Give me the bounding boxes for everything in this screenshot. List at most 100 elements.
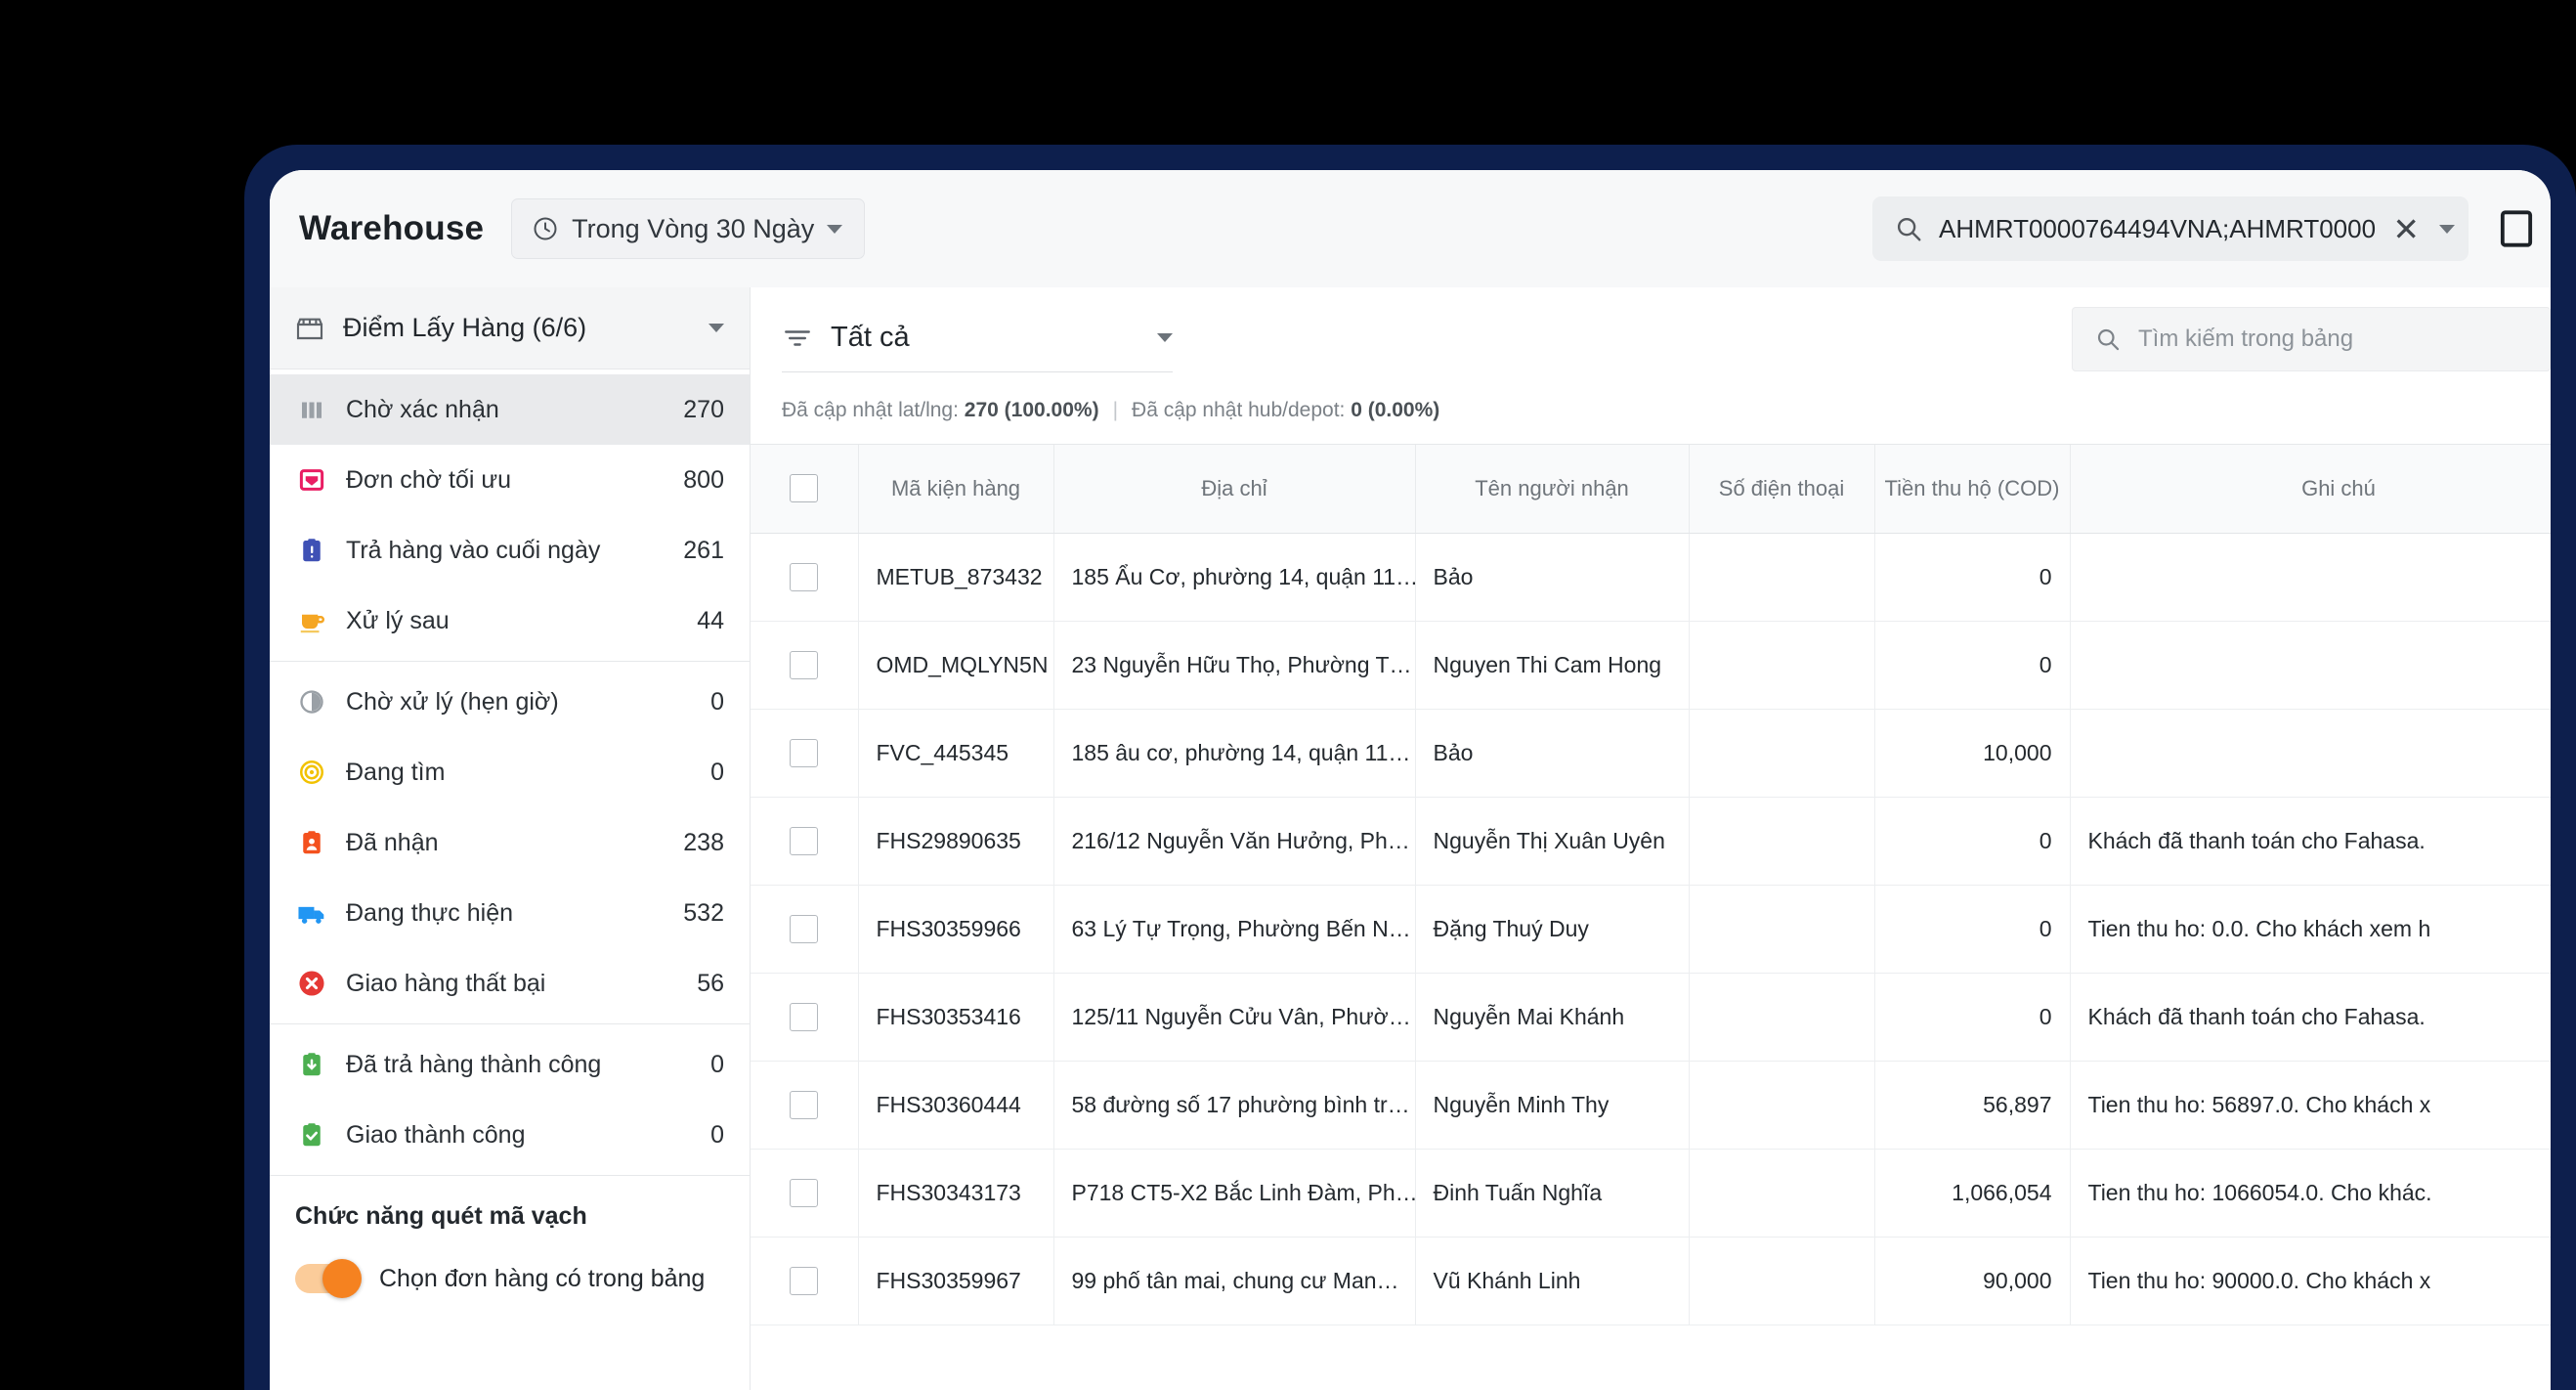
row-select-cell[interactable] (751, 533, 859, 622)
sidebar-item-cho-xu-ly-hen-gio[interactable]: Chờ xử lý (hẹn giờ) 0 (270, 667, 750, 737)
close-icon[interactable]: ✕ (2392, 213, 2420, 245)
row-select-cell[interactable] (751, 1237, 859, 1325)
latlng-label: Đã cập nhật lat/lng: (782, 399, 959, 421)
row-select-cell[interactable] (751, 1061, 859, 1150)
cell-phone (1689, 621, 1875, 710)
cell-phone (1689, 533, 1875, 622)
cell-note: Tien thu ho: 90000.0. Cho khách x (2070, 1237, 2551, 1325)
table-row[interactable]: METUB_873432 185 Ẩu Cơ, phường 14, quận 1… (751, 533, 2551, 622)
sidebar-item-xu-ly-sau[interactable]: Xử lý sau 44 (270, 586, 750, 656)
table-row[interactable]: FHS30360444 58 đường số 17 phường bình tr… (751, 1061, 2551, 1150)
sidebar-group-2: Chờ xử lý (hẹn giờ) 0 Đang tìm 0 Đã nhận… (270, 662, 750, 1024)
cell-name: Nguyễn Minh Thy (1415, 1061, 1690, 1150)
sidebar-item-label: Chờ xác nhận (346, 395, 499, 423)
table-row[interactable]: FHS29890635 216/12 Nguyễn Văn Hưởng, Ph… N… (751, 797, 2551, 886)
cell-code: FHS30343173 (858, 1149, 1054, 1238)
column-header-cod[interactable]: Tiền thu hộ (COD) (1874, 445, 2071, 534)
row-checkbox[interactable] (790, 1090, 819, 1119)
sidebar-item-da-tra-hang-thanh-cong[interactable]: Đã trả hàng thành công 0 (270, 1029, 750, 1100)
cell-name: Vũ Khánh Linh (1415, 1237, 1690, 1325)
chevron-down-icon[interactable] (2439, 224, 2455, 234)
chevron-down-icon[interactable] (708, 324, 724, 332)
cell-code: FHS30360444 (858, 1061, 1054, 1150)
global-search-value[interactable]: AHMRT0000764494VNA;AHMRT000076 (1939, 214, 2377, 244)
select-orders-in-table-toggle[interactable] (295, 1259, 362, 1298)
sidebar-item-da-nhan[interactable]: Đã nhận 238 (270, 807, 750, 878)
row-checkbox[interactable] (790, 1178, 819, 1207)
table-row[interactable]: FVC_445345 185 âu cơ, phường 14, quận 11…… (751, 709, 2551, 798)
person-box-icon (295, 826, 328, 859)
row-checkbox[interactable] (790, 914, 819, 943)
sidebar-item-cho-xac-nhan[interactable]: Chờ xác nhận 270 (270, 374, 750, 445)
column-header-code[interactable]: Mã kiện hàng (858, 445, 1054, 534)
sidebar-group-1: Chờ xác nhận 270 Đơn chờ tối ưu 800 Trả … (270, 369, 750, 662)
row-select-cell[interactable] (751, 885, 859, 974)
row-select-cell[interactable] (751, 1149, 859, 1238)
cell-name: Đặng Thuý Duy (1415, 885, 1690, 974)
filter-icon (782, 326, 813, 351)
cell-note: Tien thu ho: 1066054.0. Cho khác. (2070, 1149, 2551, 1238)
table-row[interactable]: FHS30353416 125/11 Nguyễn Cửu Vân, Phườ… N… (751, 973, 2551, 1062)
row-select-cell[interactable] (751, 709, 859, 798)
cell-note: Tien thu ho: 0.0. Cho khách xem h (2070, 885, 2551, 974)
column-header-note[interactable]: Ghi chú (2070, 445, 2551, 534)
date-range-filter[interactable]: Trong Vòng 30 Ngày (511, 198, 866, 259)
cell-note: Tien thu ho: 56897.0. Cho khách x (2070, 1061, 2551, 1150)
select-all-header[interactable] (751, 445, 859, 534)
status-filter-select[interactable]: Tất cả (782, 308, 1173, 372)
column-header-address[interactable]: Địa chỉ (1053, 445, 1416, 534)
cell-cod: 10,000 (1874, 709, 2071, 798)
table-row[interactable]: FHS30359967 99 phố tân mai, chung cư Man…… (751, 1237, 2551, 1325)
sidebar-item-giao-hang-that-bai[interactable]: Giao hàng thất bại 56 (270, 948, 750, 1019)
row-checkbox[interactable] (790, 738, 819, 767)
cell-phone (1689, 709, 1875, 798)
row-checkbox[interactable] (790, 1266, 819, 1295)
table-row[interactable]: FHS30343173 P718 CT5-X2 Bắc Linh Đàm, Ph…… (751, 1149, 2551, 1238)
cell-phone (1689, 1061, 1875, 1150)
row-select-cell[interactable] (751, 621, 859, 710)
clock-icon (532, 215, 559, 242)
row-checkbox[interactable] (790, 1002, 819, 1031)
pickup-point-label: Điểm Lấy Hàng (6/6) (343, 313, 587, 342)
cell-note (2070, 709, 2551, 798)
sidebar-item-tra-hang-vao-cuoi-ngay[interactable]: Trả hàng vào cuối ngày 261 (270, 515, 750, 586)
chevron-down-icon[interactable] (1157, 333, 1173, 342)
column-header-name[interactable]: Tên người nhận (1415, 445, 1690, 534)
radar-icon (295, 756, 328, 789)
device-frame: Warehouse Trong Vòng 30 Ngày AHMRT000076… (244, 145, 2576, 1390)
sidebar-item-count: 0 (710, 1120, 724, 1149)
tablet-icon[interactable] (2490, 198, 2543, 259)
sidebar-item-don-cho-toi-uu[interactable]: Đơn chờ tối ưu 800 (270, 445, 750, 515)
global-search-box[interactable]: AHMRT0000764494VNA;AHMRT000076 ✕ (1872, 196, 2469, 261)
sidebar-item-giao-thanh-cong[interactable]: Giao thành công 0 (270, 1100, 750, 1170)
row-select-cell[interactable] (751, 797, 859, 886)
cell-address: 125/11 Nguyễn Cửu Vân, Phườ… (1053, 973, 1416, 1062)
table-row[interactable]: FHS30359966 63 Lý Tự Trọng, Phường Bến N…… (751, 885, 2551, 974)
date-range-label: Trong Vòng 30 Ngày (572, 213, 815, 243)
cell-phone (1689, 885, 1875, 974)
row-checkbox[interactable] (790, 650, 819, 679)
latlng-value: 270 (100.00%) (964, 399, 1099, 421)
pickup-point-selector[interactable]: Điểm Lấy Hàng (6/6) (270, 287, 750, 369)
cell-address: 63 Lý Tự Trọng, Phường Bến N… (1053, 885, 1416, 974)
table-row[interactable]: OMD_MQLYN5N 23 Nguyễn Hữu Thọ, Phường T… N… (751, 621, 2551, 710)
row-checkbox[interactable] (790, 826, 819, 855)
cell-note: Khách đã thanh toán cho Fahasa. (2070, 973, 2551, 1062)
select-all-checkbox[interactable] (790, 474, 819, 503)
status-filter-value: Tất cả (831, 322, 910, 353)
column-header-phone[interactable]: Số điện thoại (1689, 445, 1875, 534)
sidebar-item-label: Giao hàng thất bại (346, 969, 546, 997)
cell-address: 58 đường số 17 phường bình tr… (1053, 1061, 1416, 1150)
sidebar-item-dang-thuc-hien[interactable]: Đang thực hiện 532 (270, 878, 750, 948)
cell-name: Bảo (1415, 533, 1690, 622)
cell-address: 23 Nguyễn Hữu Thọ, Phường T… (1053, 621, 1416, 710)
row-select-cell[interactable] (751, 973, 859, 1062)
sidebar-item-dang-tim[interactable]: Đang tìm 0 (270, 737, 750, 807)
packages-table-container[interactable]: Mã kiện hàng Địa chỉ Tên người nhận Số đ… (751, 444, 2551, 1390)
pending-clock-icon (295, 685, 328, 718)
cell-note (2070, 533, 2551, 622)
table-search-input[interactable]: Tìm kiếm trong bảng (2072, 307, 2551, 371)
table-header-row: Mã kiện hàng Địa chỉ Tên người nhận Số đ… (751, 445, 2551, 534)
cell-address: P718 CT5-X2 Bắc Linh Đàm, Ph… (1053, 1149, 1416, 1238)
row-checkbox[interactable] (790, 562, 819, 591)
